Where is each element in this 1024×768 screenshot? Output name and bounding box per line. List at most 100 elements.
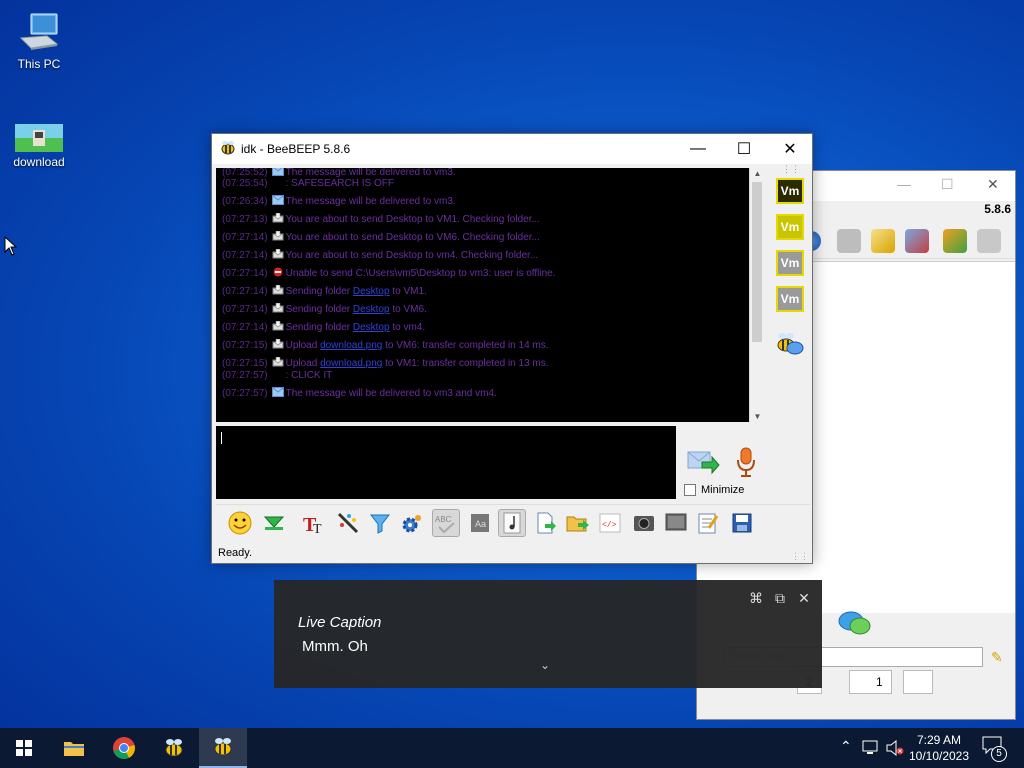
pin-icon[interactable]: ⌘	[746, 590, 766, 610]
chat-link[interactable]: download.png	[320, 358, 382, 369]
clock-date: 10/10/2023	[908, 749, 970, 763]
tools-icon[interactable]	[905, 229, 929, 253]
live-caption-label: Live Caption	[298, 614, 382, 631]
network-icon[interactable]	[862, 740, 880, 756]
settings-button[interactable]	[398, 509, 426, 537]
chat-line: (07:27:57) The message will be delivered …	[222, 387, 497, 403]
chat-line: (07:25:54): SAFESEARCH IS OFF	[222, 177, 394, 193]
desktop-icon-label: download	[13, 155, 65, 169]
desktop-icon-download[interactable]: download	[1, 124, 77, 169]
live-caption-panel[interactable]: ⌘ ⧉ ✕ Live Caption Mmm. Oh ⌄	[274, 580, 822, 688]
chat-link[interactable]: Desktop	[353, 286, 390, 297]
maximize-icon[interactable]: ☐	[941, 176, 954, 193]
chat-message-text: Unable to send C:\Users\vm5\Desktop to v…	[285, 268, 556, 279]
system-clock[interactable]: 7:29 AM 10/10/2023	[900, 732, 978, 764]
start-button[interactable]	[0, 728, 48, 768]
notes-button[interactable]	[694, 509, 722, 537]
chat-message-text: You are about to send Desktop to VM1. Ch…	[285, 214, 540, 225]
chat-timestamp: (07:27:14)	[222, 268, 268, 279]
chat-history[interactable]: (07:25:52) The message will be delivered …	[216, 168, 764, 422]
color-wand-icon	[337, 512, 359, 534]
chat-link[interactable]: download.png	[320, 340, 382, 351]
music-note-icon	[503, 512, 521, 534]
maximize-button[interactable]: ☐	[721, 134, 767, 164]
filter-button[interactable]	[366, 509, 394, 537]
svg-text:Aa: Aa	[475, 519, 486, 529]
chat-link[interactable]: Desktop	[353, 322, 390, 333]
user-avatar-vm[interactable]: Vm	[776, 250, 804, 276]
chat-message-text: : CLICK IT	[285, 370, 333, 381]
chat-scrollbar[interactable]: ▲ ▼	[749, 168, 764, 422]
minimize-button[interactable]: —	[675, 134, 721, 164]
chat-message-text: to VM6: transfer completed in 14 ms.	[382, 340, 549, 351]
html-button[interactable]: </>	[596, 509, 624, 537]
shared-desktop-button[interactable]	[662, 509, 690, 537]
chat-window[interactable]: idk - BeeBEEP 5.8.6 — ☐ ✕ (07:25:52) The …	[211, 133, 813, 564]
screenshot-button[interactable]	[630, 509, 658, 537]
chat-message-text: You are about to send Desktop to vm4. Ch…	[285, 250, 539, 261]
chat-timestamp: (07:27:57)	[222, 388, 268, 399]
no-icon	[272, 177, 284, 187]
close-button[interactable]: ✕	[767, 134, 813, 164]
chat-line: (07:27:14) Sending folder Desktop to VM6.	[222, 302, 427, 319]
chat-message-text: Sending folder	[285, 304, 353, 315]
spellcheck-button[interactable]: ABC	[432, 509, 460, 537]
error-icon	[272, 267, 284, 277]
minimize-checkbox[interactable]	[684, 484, 696, 496]
desktop-icon-this-pc[interactable]: This PC	[1, 10, 77, 71]
close-icon[interactable]: ✕	[794, 590, 814, 610]
chrome-icon	[113, 737, 135, 759]
clear-search-icon[interactable]: ✎	[991, 649, 1003, 666]
notification-center-button[interactable]: 5	[982, 736, 1010, 762]
chevron-up-icon[interactable]: ⌃	[840, 738, 852, 755]
beebeep-app-icon	[221, 141, 235, 155]
chevron-down-icon[interactable]: ⌄	[540, 658, 550, 672]
user-avatar-vm[interactable]: Vm	[776, 178, 804, 204]
user-avatar-vm[interactable]: Vm	[776, 214, 804, 240]
green-arrow-down-icon	[263, 516, 285, 530]
window-titlebar: idk - BeeBEEP 5.8.6 — ☐ ✕	[212, 134, 812, 164]
taskbar-chrome[interactable]	[100, 728, 148, 768]
minimize-icon[interactable]: —	[897, 176, 911, 192]
word-completer-button[interactable]: Aa	[466, 509, 494, 537]
send-icon[interactable]	[686, 446, 720, 476]
edit-icon[interactable]	[871, 229, 895, 253]
chat-message-text: The message will be delivered to vm3.	[285, 196, 456, 207]
send-file-button[interactable]	[532, 509, 560, 537]
resize-grip-icon[interactable]: ⋮⋮	[791, 551, 809, 562]
scrollbar-thumb[interactable]	[752, 182, 762, 342]
chat-line: (07:27:14) Sending folder Desktop to VM1.	[222, 284, 427, 301]
close-icon[interactable]: ✕	[987, 176, 999, 193]
music-note-button[interactable]	[498, 509, 526, 537]
transfer-icon	[272, 248, 284, 259]
chat-line: (07:27:14) You are about to send Desktop …	[222, 230, 540, 247]
font-button[interactable]: TT	[300, 509, 328, 537]
scroll-down-icon[interactable]: ▼	[750, 412, 765, 421]
group-users-icon[interactable]	[776, 330, 806, 361]
microphone-icon[interactable]	[734, 446, 758, 478]
message-input[interactable]	[216, 426, 676, 499]
scroll-up-icon[interactable]: ▲	[750, 169, 765, 178]
trash-icon[interactable]	[977, 229, 1001, 253]
chat-message-text: Sending folder	[285, 322, 353, 333]
update-icon[interactable]	[943, 229, 967, 253]
chat-bubbles-icon[interactable]	[838, 610, 872, 638]
send-folder-button[interactable]	[564, 509, 592, 537]
transfer-icon	[272, 302, 284, 313]
chat-timestamp: (07:27:15)	[222, 358, 268, 369]
envelope-icon[interactable]	[837, 229, 861, 253]
taskbar-beebeep-1[interactable]	[150, 728, 198, 768]
tab-label: 1	[876, 675, 883, 689]
color-button[interactable]	[334, 509, 362, 537]
user-avatar-vm[interactable]: Vm	[776, 286, 804, 312]
taskbar-beebeep-2[interactable]	[199, 728, 247, 768]
chat-link[interactable]: Desktop	[353, 304, 390, 315]
emoticon-button[interactable]	[226, 509, 254, 537]
save-button[interactable]	[728, 509, 756, 537]
taskbar-file-explorer[interactable]	[50, 728, 98, 768]
tab-1[interactable]: 1	[849, 670, 892, 694]
expand-icon[interactable]: ⧉	[770, 590, 790, 610]
collapse-button[interactable]	[260, 509, 288, 537]
computer-icon	[19, 13, 59, 50]
tab-3[interactable]	[903, 670, 933, 694]
